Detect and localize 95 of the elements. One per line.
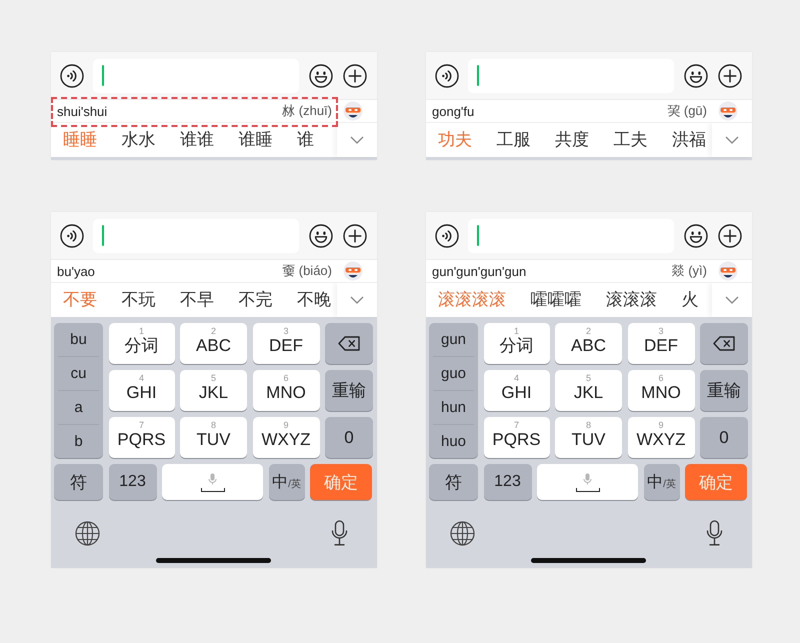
candidate-word[interactable]: 谁谁: [180, 130, 214, 150]
letter-key[interactable]: 8 TUV: [180, 417, 247, 458]
letter-key[interactable]: 5 JKL: [180, 370, 247, 411]
letter-key[interactable]: 9 WXYZ: [252, 417, 320, 458]
syllable-option[interactable]: b: [58, 424, 99, 458]
sound-wave-icon[interactable]: [60, 64, 84, 88]
backspace-key[interactable]: [700, 323, 748, 364]
language-toggle-key[interactable]: 中/英: [644, 464, 680, 500]
rare-character-hint[interactable]: 嫑 (biáo): [282, 262, 332, 280]
function-key[interactable]: 符: [54, 464, 103, 500]
letter-key[interactable]: 2 ABC: [180, 323, 247, 364]
text-input[interactable]: [93, 218, 299, 252]
function-key[interactable]: 重输: [700, 370, 748, 411]
candidate-word[interactable]: 不完: [238, 290, 272, 310]
rare-character-hint[interactable]: 沝 (zhuī): [282, 102, 332, 120]
microphone-icon: [208, 472, 217, 484]
rare-character-hint[interactable]: 巭 (gū): [667, 102, 707, 120]
text-input[interactable]: [93, 58, 299, 92]
pinyin-text: bu'yao: [57, 264, 95, 278]
syllable-option[interactable]: hun: [433, 390, 474, 424]
microphone-icon: [583, 472, 592, 484]
space-bar-icon: [576, 488, 600, 492]
smiley-icon[interactable]: [309, 224, 333, 248]
function-key[interactable]: 重输: [325, 370, 373, 411]
function-key[interactable]: 0: [325, 417, 373, 458]
candidate-word[interactable]: 不玩: [122, 290, 156, 310]
candidate-word[interactable]: 嚯嚯嚯: [530, 290, 582, 310]
candidate-word[interactable]: 谁: [297, 130, 314, 150]
letter-key[interactable]: 3 DEF: [628, 323, 694, 364]
smiley-icon[interactable]: [309, 64, 333, 88]
syllable-option[interactable]: huo: [433, 424, 474, 458]
chevron-down-icon: [350, 136, 364, 144]
candidate-word[interactable]: 水水: [122, 130, 156, 150]
function-key[interactable]: 123: [108, 464, 156, 500]
syllable-option[interactable]: bu: [58, 323, 99, 356]
pinyin-text: gun'gun'gun'gun: [432, 264, 526, 278]
syllable-option[interactable]: a: [58, 390, 99, 424]
backspace-key[interactable]: [325, 323, 373, 364]
candidate-word[interactable]: 工服: [496, 130, 530, 150]
letter-key[interactable]: 4 GHI: [108, 370, 174, 411]
sound-wave-icon[interactable]: [435, 224, 459, 248]
backspace-icon: [338, 336, 360, 351]
syllable-option[interactable]: cu: [58, 356, 99, 390]
letter-key[interactable]: 9 WXYZ: [628, 417, 694, 458]
plus-icon[interactable]: [343, 64, 367, 88]
language-toggle-key[interactable]: 中/英: [268, 464, 304, 500]
syllable-option[interactable]: guo: [433, 356, 474, 390]
smiley-icon[interactable]: [684, 64, 708, 88]
sound-wave-icon[interactable]: [435, 64, 459, 88]
mascot-icon[interactable]: [718, 101, 738, 121]
candidate-word[interactable]: 谁睡: [238, 130, 272, 150]
rare-character-hint[interactable]: 燚 (yì): [672, 262, 707, 280]
candidate-word[interactable]: 滚滚滚: [606, 290, 657, 310]
candidate-word[interactable]: 不晚: [297, 290, 331, 310]
letter-key[interactable]: 1 分词: [484, 323, 550, 364]
microphone-icon[interactable]: [331, 520, 348, 546]
text-input[interactable]: [468, 218, 674, 252]
candidate-word[interactable]: 洪福: [672, 130, 706, 150]
letter-key[interactable]: 2 ABC: [555, 323, 622, 364]
mascot-icon[interactable]: [343, 101, 363, 121]
mascot-icon[interactable]: [343, 261, 363, 281]
letter-key[interactable]: 6 MNO: [628, 370, 694, 411]
space-bar-icon: [200, 488, 224, 492]
pinyin-text: shui'shui: [57, 104, 108, 118]
microphone-icon[interactable]: [706, 520, 723, 546]
candidate-word[interactable]: 共度: [555, 130, 589, 150]
chevron-down-icon: [725, 296, 739, 304]
text-input[interactable]: [468, 58, 674, 92]
plus-icon[interactable]: [343, 224, 367, 248]
letter-key[interactable]: 4 GHI: [484, 370, 550, 411]
chevron-down-icon: [350, 296, 364, 304]
letter-key[interactable]: 8 TUV: [555, 417, 622, 458]
globe-icon[interactable]: [75, 520, 100, 546]
plus-icon[interactable]: [718, 64, 742, 88]
letter-key[interactable]: 6 MNO: [252, 370, 320, 411]
syllable-option[interactable]: gun: [433, 323, 474, 356]
backspace-icon: [713, 336, 735, 351]
function-key[interactable]: 符: [429, 464, 478, 500]
letter-key[interactable]: 1 分词: [108, 323, 174, 364]
mascot-icon[interactable]: [718, 261, 738, 281]
candidate-word[interactable]: 工夫: [614, 130, 648, 150]
sound-wave-icon[interactable]: [60, 224, 84, 248]
candidate-word[interactable]: 火: [682, 290, 698, 310]
letter-key[interactable]: 3 DEF: [252, 323, 320, 364]
candidate-word[interactable]: 不早: [180, 290, 214, 310]
function-key[interactable]: 123: [484, 464, 532, 500]
smiley-icon[interactable]: [684, 224, 708, 248]
letter-key[interactable]: 5 JKL: [555, 370, 622, 411]
pinyin-text: gong'fu: [432, 104, 474, 118]
globe-icon[interactable]: [450, 520, 475, 546]
plus-icon[interactable]: [718, 224, 742, 248]
letter-key[interactable]: 7 PQRS: [484, 417, 550, 458]
chevron-down-icon: [725, 136, 739, 144]
function-key[interactable]: 0: [700, 417, 748, 458]
letter-key[interactable]: 7 PQRS: [108, 417, 174, 458]
